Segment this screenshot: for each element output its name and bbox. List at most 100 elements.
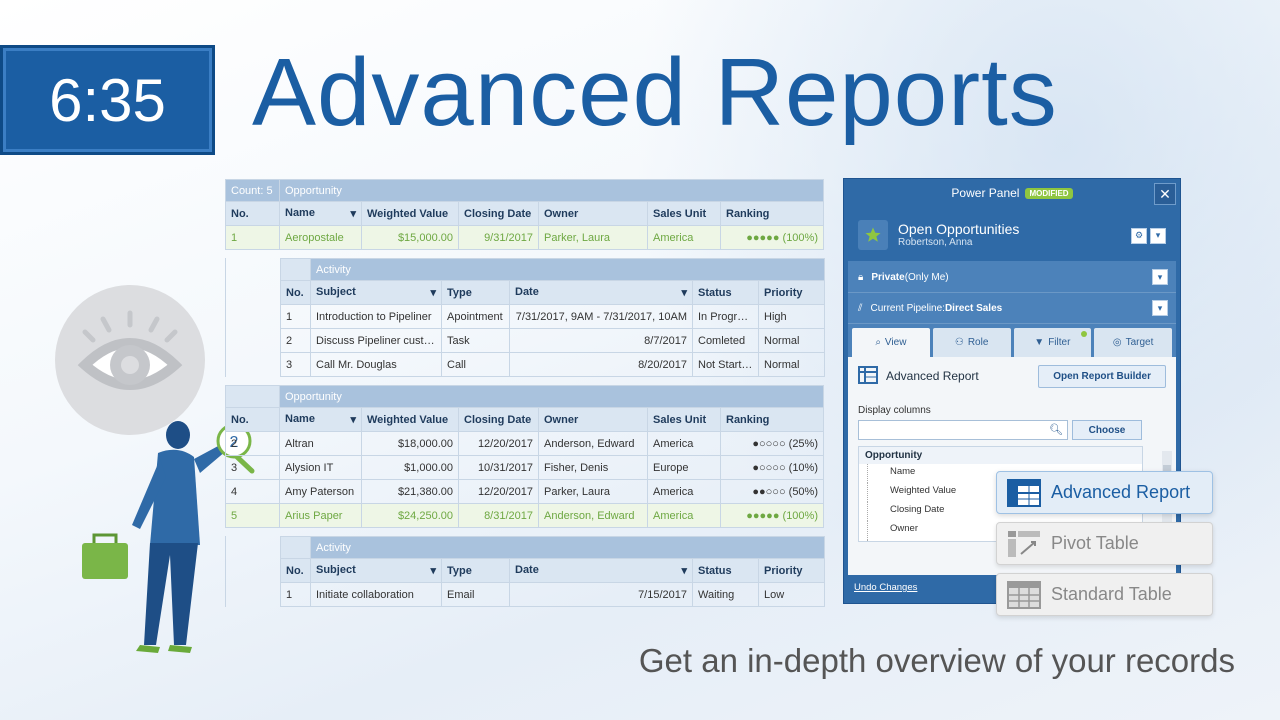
header-row: No.NameWeighted ValueClosing DateOwnerSa… xyxy=(225,407,824,432)
table-icon xyxy=(858,365,878,387)
pivot-table-option-label: Pivot Table xyxy=(1051,533,1139,553)
table-row[interactable]: 1 Initiate collaboration Email 7/15/2017 Wai… xyxy=(280,582,826,607)
privacy-bar[interactable]: 🔒︎ Private (Only Me) ▾ xyxy=(848,262,1176,293)
cell-owner: Parker, Laura xyxy=(538,225,648,250)
cell-date: 8/7/2017 xyxy=(509,328,693,353)
cell-owner: Fisher, Denis xyxy=(538,455,648,480)
activity-caption: Activity xyxy=(309,258,826,281)
column-header[interactable]: Priority xyxy=(757,280,826,305)
column-header[interactable]: No. xyxy=(280,558,311,583)
cell-no: 1 xyxy=(280,304,311,329)
advanced-report-option[interactable]: Advanced Report xyxy=(996,471,1213,514)
column-header[interactable]: Weighted Value xyxy=(361,201,459,226)
column-header[interactable]: Subject xyxy=(310,280,442,305)
chevron-down-icon[interactable]: ▾ xyxy=(1152,269,1168,285)
column-header[interactable]: Status xyxy=(692,280,759,305)
advanced-report-icon xyxy=(1007,478,1041,507)
chevron-down-icon[interactable]: ▾ xyxy=(1150,227,1166,244)
column-header[interactable]: Type xyxy=(441,558,510,583)
table-row[interactable]: 2 Altran $18,000.00 12/20/2017 Anderson, Edw… xyxy=(225,431,824,456)
opportunity-table-1: Count: 5 Opportunity No.NameWeighted Val… xyxy=(225,179,824,250)
column-header[interactable]: Type xyxy=(441,280,510,305)
column-header[interactable]: No. xyxy=(225,407,280,432)
column-header[interactable]: Owner xyxy=(538,407,648,432)
eye-icon xyxy=(55,285,205,435)
table-row[interactable]: 3 Alysion IT $1,000.00 10/31/2017 Fisher, De… xyxy=(225,455,824,480)
cell-subject: Call Mr. Douglas xyxy=(310,352,442,377)
tab-label: Target xyxy=(1125,337,1154,348)
columns-search-input[interactable]: 🔍︎ xyxy=(858,420,1068,440)
undo-changes-link[interactable]: Undo Changes xyxy=(854,582,917,593)
column-header[interactable]: Closing Date xyxy=(458,201,539,226)
column-header[interactable]: Sales Unit xyxy=(647,201,721,226)
search-icon: 🔍︎ xyxy=(1049,424,1063,436)
tab-view[interactable]: ⌕ View xyxy=(852,328,930,357)
pipeline-icon: ⫽ xyxy=(858,302,863,314)
cell-date: 7/31/2017, 9AM - 7/31/2017, 10AM xyxy=(509,304,693,329)
advanced-report-option-label: Advanced Report xyxy=(1051,482,1191,502)
column-header[interactable]: Owner xyxy=(538,201,648,226)
column-header[interactable]: Ranking xyxy=(720,407,824,432)
table-row[interactable]: 1 Introduction to Pipeliner Apointment 7/31… xyxy=(280,304,826,329)
cell-name: Aeropostale xyxy=(279,225,362,250)
cell-type: Email xyxy=(441,582,510,607)
cell-name: Amy Paterson xyxy=(279,479,362,504)
column-header[interactable]: Ranking xyxy=(720,201,824,226)
cell-type: Task xyxy=(441,328,510,353)
cell-date: 12/20/2017 xyxy=(458,431,539,456)
cell-date: 12/20/2017 xyxy=(458,479,539,504)
panel-tabs: ⌕ View ⚇ Role ▼ Filter ◎ Target xyxy=(848,324,1176,357)
column-header[interactable]: Date xyxy=(509,280,693,305)
activity-caption: Activity xyxy=(309,536,826,559)
column-header[interactable]: No. xyxy=(280,280,311,305)
pipeline-bar[interactable]: ⫽ Current Pipeline: Direct Sales ▾ xyxy=(848,293,1176,324)
close-icon[interactable]: ✕ xyxy=(1154,183,1176,205)
cell-no: 1 xyxy=(280,582,311,607)
gear-icon[interactable]: ⚙ xyxy=(1131,227,1147,244)
cell-owner: Anderson, Edward xyxy=(538,431,648,456)
column-header[interactable]: Name xyxy=(279,407,362,432)
column-header[interactable]: Subject xyxy=(310,558,442,583)
cell-unit: America xyxy=(647,225,721,250)
column-header[interactable]: Sales Unit xyxy=(647,407,721,432)
cell-no: 5 xyxy=(225,503,280,528)
activity-table-2: Activity No.SubjectTypeDateStatusPriorit… xyxy=(280,536,826,607)
tree-header[interactable]: Opportunity xyxy=(859,447,1142,464)
column-header[interactable]: Priority xyxy=(757,558,826,583)
column-header[interactable]: Closing Date xyxy=(458,407,539,432)
cell-no: 3 xyxy=(225,455,280,480)
tab-filter[interactable]: ▼ Filter xyxy=(1013,328,1092,357)
cell-rank: ●●○○○ (50%) xyxy=(720,479,824,504)
cell-subject: Introduction to Pipeliner xyxy=(310,304,442,329)
table-row[interactable]: 2 Discuss Pipeliner custo... Task 8/7/2017 C… xyxy=(280,328,826,353)
tab-target[interactable]: ◎ Target xyxy=(1094,328,1172,357)
column-header[interactable]: Name xyxy=(279,201,362,226)
cell-value: $21,380.00 xyxy=(361,479,459,504)
pivot-table-option[interactable]: Pivot Table xyxy=(996,522,1213,565)
tab-role[interactable]: ⚇ Role xyxy=(932,328,1011,357)
open-title: Open Opportunities xyxy=(898,221,1020,237)
column-header[interactable]: Status xyxy=(692,558,759,583)
privacy-label: Private xyxy=(871,271,905,283)
table-row[interactable]: 1 Aeropostale $15,000.00 9/31/2017 Parker, L… xyxy=(225,225,824,250)
column-header[interactable]: Weighted Value xyxy=(361,407,459,432)
column-header[interactable]: Date xyxy=(509,558,693,583)
cell-no: 2 xyxy=(225,431,280,456)
table-row[interactable]: 5 Arius Paper $24,250.00 8/31/2017 Anderson,… xyxy=(225,503,824,528)
open-report-builder-button[interactable]: Open Report Builder xyxy=(1038,364,1166,388)
cell-value: $18,000.00 xyxy=(361,431,459,456)
cell-status: Comleted xyxy=(692,328,759,353)
advanced-report-row: Advanced Report Open Report Builder xyxy=(848,357,1176,395)
standard-table-option[interactable]: Standard Table xyxy=(996,573,1213,616)
table-row[interactable]: 3 Call Mr. Douglas Call 8/20/2017 Not Starte… xyxy=(280,352,826,377)
cell-date: 7/15/2017 xyxy=(509,582,693,607)
open-opportunities-header: Open Opportunities Robertson, Anna ⚙ ▾ xyxy=(848,208,1176,262)
choose-button[interactable]: Choose xyxy=(1072,420,1142,440)
star-icon xyxy=(858,219,888,250)
cell-priority: Normal xyxy=(757,352,826,377)
column-header[interactable]: No. xyxy=(225,201,280,226)
cell-name: Altran xyxy=(279,431,362,456)
table-row[interactable]: 4 Amy Paterson $21,380.00 12/20/2017 Parker,… xyxy=(225,479,824,504)
chevron-down-icon[interactable]: ▾ xyxy=(1152,300,1168,316)
cell-unit: America xyxy=(647,479,721,504)
